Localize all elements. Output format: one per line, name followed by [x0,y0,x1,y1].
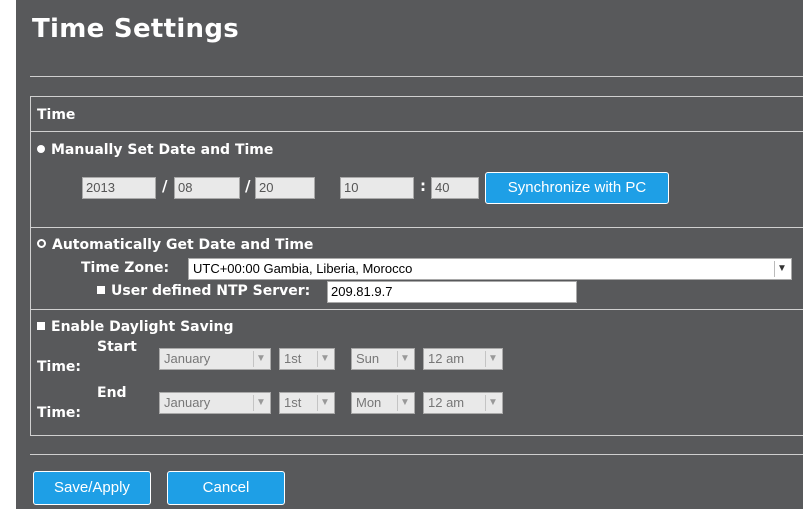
daylight-saving-section: Enable Daylight Saving Start Time: Janua… [30,309,803,436]
radio-selected-icon [37,239,46,248]
chevron-down-icon: ▼ [774,261,789,277]
chevron-down-icon: ▼ [397,351,412,367]
day-field[interactable]: 20 [255,177,315,199]
start-day-value: Sun [356,351,380,366]
chevron-down-icon: ▼ [317,395,332,411]
time-separator: : [420,177,426,195]
manual-time-section: Manually Set Date and Time 2013 / 08 / 2… [30,131,803,228]
auto-time-section: Automatically Get Date and Time Time Zon… [30,227,803,310]
page-title: Time Settings [32,14,240,44]
end-week-value: 1st [284,395,302,410]
timezone-select[interactable]: UTC+00:00 Gambia, Liberia, Morocco ▼ [188,258,792,280]
checkbox-icon [37,322,45,330]
synchronize-button[interactable]: Synchronize with PC [485,172,669,204]
end-hour-value: 12 am [428,395,465,410]
start-week-value: 1st [284,351,302,366]
chevron-down-icon: ▼ [317,351,332,367]
daylight-saving-checkbox[interactable]: Enable Daylight Saving [37,319,234,335]
end-month-value: January [164,395,211,410]
checkbox-icon [97,286,105,294]
section-header: Time [30,96,803,132]
start-hour-value: 12 am [428,351,465,366]
manual-time-label: Manually Set Date and Time [51,142,274,158]
ntp-label: User defined NTP Server: [111,283,311,299]
start-month-value: January [164,351,211,366]
start-day-select[interactable]: Sun ▼ [351,348,415,370]
save-apply-button[interactable]: Save/Apply [33,471,151,505]
start-time-label: Time: [37,359,82,375]
manual-time-radio[interactable]: Manually Set Date and Time [37,142,273,158]
daylight-saving-label: Enable Daylight Saving [51,319,234,335]
chevron-down-icon: ▼ [397,395,412,411]
chevron-down-icon: ▼ [485,395,500,411]
cancel-button[interactable]: Cancel [167,471,285,505]
end-time-label: Time: [37,405,82,421]
minute-field[interactable]: 40 [431,177,479,199]
section-header-label: Time [37,107,76,123]
start-hour-select[interactable]: 12 am ▼ [423,348,503,370]
start-week-select[interactable]: 1st ▼ [279,348,335,370]
start-month-select[interactable]: January ▼ [159,348,271,370]
title-divider [30,76,803,77]
timezone-value: UTC+00:00 Gambia, Liberia, Morocco [193,261,413,276]
actions-divider [30,454,803,455]
auto-time-label: Automatically Get Date and Time [52,237,314,253]
radio-dot-icon [37,145,45,153]
ntp-server-field[interactable]: 209.81.9.7 [327,281,577,303]
end-hour-select[interactable]: 12 am ▼ [423,392,503,414]
hour-field[interactable]: 10 [340,177,414,199]
chevron-down-icon: ▼ [253,395,268,411]
end-week-select[interactable]: 1st ▼ [279,392,335,414]
chevron-down-icon: ▼ [253,351,268,367]
end-day-value: Mon [356,395,382,410]
year-field[interactable]: 2013 [82,177,156,199]
time-settings-panel: Time Settings Time Manually Set Date and… [16,0,803,509]
chevron-down-icon: ▼ [485,351,500,367]
start-label: Start [97,339,137,355]
timezone-label: Time Zone: [81,260,170,276]
ntp-checkbox[interactable]: User defined NTP Server: [97,283,310,299]
auto-time-radio[interactable]: Automatically Get Date and Time [37,237,313,253]
month-field[interactable]: 08 [174,177,240,199]
date-separator: / [245,177,251,195]
end-month-select[interactable]: January ▼ [159,392,271,414]
end-day-select[interactable]: Mon ▼ [351,392,415,414]
date-separator: / [162,177,168,195]
end-label: End [97,385,127,401]
